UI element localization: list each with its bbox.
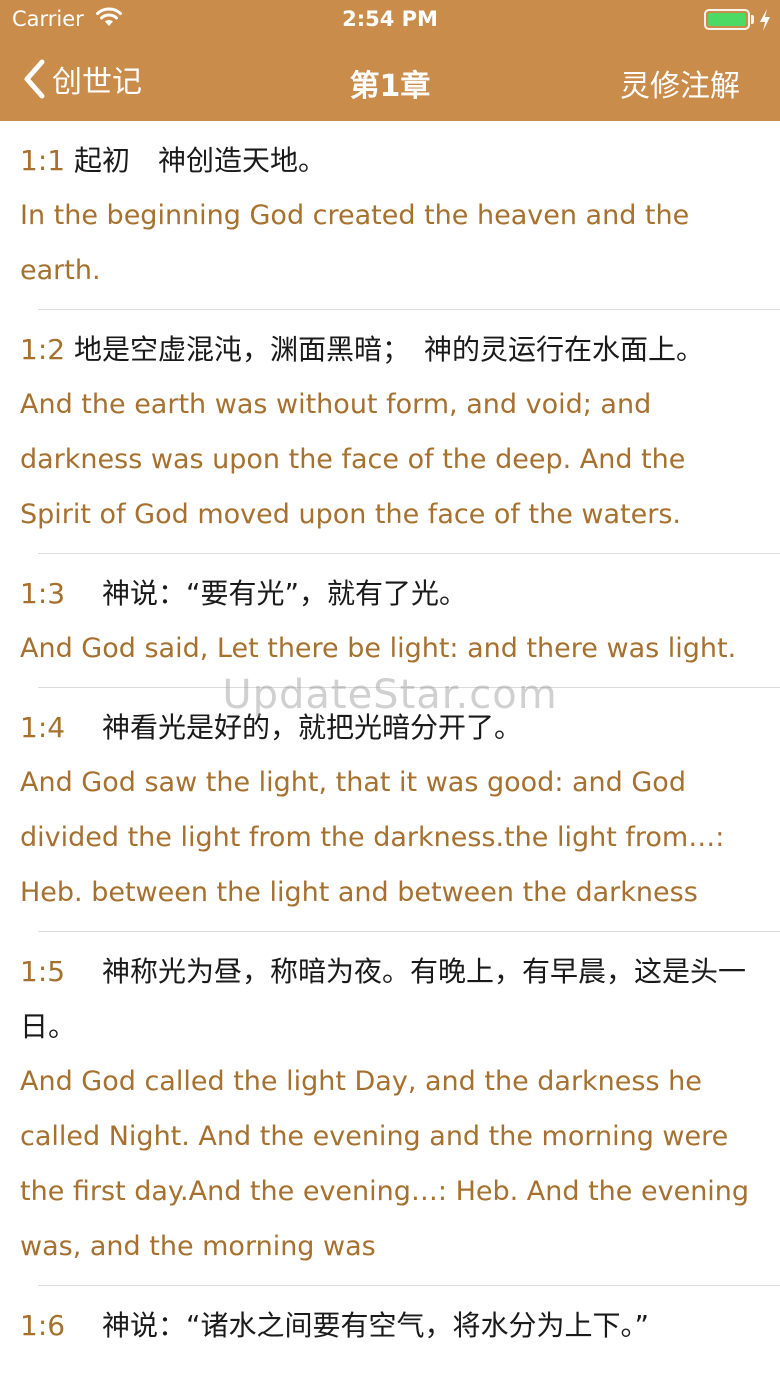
verse-number: 1:2	[20, 333, 66, 366]
charging-bolt-icon	[760, 9, 770, 31]
verse-chinese-text: 神看光是好的，就把光暗分开了。	[73, 711, 522, 744]
verse-number: 1:5	[20, 955, 66, 988]
verse-chinese: 1:5 神称光为昼，称暗为夜。有晚上，有早晨，这是头一日。	[20, 944, 760, 1054]
verse-chinese-text: 神称光为昼，称暗为夜。有晚上，有早晨，这是头一日。	[20, 955, 746, 1043]
verse-number: 1:6	[20, 1309, 66, 1342]
verse-item[interactable]: 1:2 地是空虚混沌，渊面黑暗； 神的灵运行在水面上。 And the eart…	[0, 310, 780, 554]
verse-english-text: And the earth was without form, and void…	[20, 389, 686, 530]
navigation-header: Carrier 2:54 PM 创世记 第1章 灵修注解	[0, 0, 780, 121]
verse-item[interactable]: 1:3 神说：“要有光”，就有了光。 And God said, Let the…	[0, 554, 780, 688]
nav-bar: 创世记 第1章 灵修注解	[0, 40, 780, 121]
verse-chinese: 1:4 神看光是好的，就把光暗分开了。	[20, 700, 760, 755]
verse-english-text: In the beginning God created the heaven …	[20, 200, 690, 286]
devotional-notes-button[interactable]: 灵修注解	[620, 61, 740, 105]
verse-chinese-text: 神说：“要有光”，就有了光。	[73, 577, 467, 610]
verse-list[interactable]: 1:1 起初 神创造天地。 In the beginning God creat…	[0, 121, 780, 1387]
verse-chinese: 1:6 神说：“诸水之间要有空气，将水分为上下。”	[20, 1298, 760, 1353]
verse-chinese-text: 起初 神创造天地。	[73, 144, 326, 177]
verse-chinese: 1:2 地是空虚混沌，渊面黑暗； 神的灵运行在水面上。	[20, 322, 760, 377]
verse-chinese-text: 地是空虚混沌，渊面黑暗； 神的灵运行在水面上。	[73, 333, 704, 366]
battery-icon	[704, 9, 750, 30]
verse-number: 1:3	[20, 577, 66, 610]
verse-item[interactable]: 1:6 神说：“诸水之间要有空气，将水分为上下。”	[0, 1286, 780, 1365]
verse-number: 1:4	[20, 711, 66, 744]
verse-item[interactable]: 1:1 起初 神创造天地。 In the beginning God creat…	[0, 121, 780, 310]
verse-chinese: 1:1 起初 神创造天地。	[20, 133, 760, 188]
chevron-left-icon	[24, 59, 45, 99]
verse-chinese-text: 神说：“诸水之间要有空气，将水分为上下。”	[73, 1309, 649, 1342]
verse-item[interactable]: 1:5 神称光为昼，称暗为夜。有晚上，有早晨，这是头一日。 And God ca…	[0, 932, 780, 1286]
verse-english-text: And God said, Let there be light: and th…	[20, 633, 737, 664]
verse-number: 1:1	[20, 144, 66, 177]
battery-tip	[751, 15, 754, 24]
status-time: 2:54 PM	[342, 7, 438, 31]
verse-chinese: 1:3 神说：“要有光”，就有了光。	[20, 566, 760, 621]
battery-level	[708, 13, 746, 26]
status-bar: Carrier 2:54 PM	[0, 0, 780, 40]
verse-english-text: And God saw the light, that it was good:…	[20, 767, 725, 908]
back-button[interactable]: 创世记	[20, 54, 142, 104]
verse-item[interactable]: 1:4 神看光是好的，就把光暗分开了。 And God saw the ligh…	[0, 688, 780, 932]
back-button-label: 创世记	[52, 65, 142, 100]
verse-english-text: And God called the light Day, and the da…	[20, 1066, 750, 1262]
